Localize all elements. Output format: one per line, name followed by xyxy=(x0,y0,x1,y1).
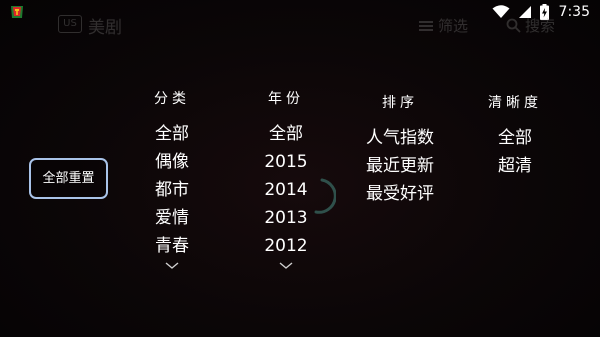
filter-button[interactable]: 筛选 xyxy=(418,15,468,36)
category-option[interactable]: 青春 xyxy=(127,232,217,260)
year-option[interactable]: 2015 xyxy=(241,148,331,176)
category-options: 全部 偶像 都市 爱情 青春 xyxy=(127,120,217,260)
resolution-column: 清晰度 全部 超清 xyxy=(470,92,560,180)
category-option[interactable]: 爱情 xyxy=(127,204,217,232)
search-icon xyxy=(506,18,521,33)
sort-heading: 排序 xyxy=(382,95,418,111)
background-header: US 美剧 筛选 搜索 xyxy=(0,12,600,42)
filter-icon xyxy=(419,20,433,31)
search-button[interactable]: 搜索 xyxy=(506,15,555,36)
chevron-down-icon[interactable] xyxy=(165,262,179,269)
resolution-option[interactable]: 超清 xyxy=(470,152,560,180)
filter-label: 筛选 xyxy=(438,17,469,35)
resolution-heading: 清晰度 xyxy=(488,95,542,111)
sort-options: 人气指数 最近更新 最受好评 xyxy=(355,124,445,208)
year-option[interactable]: 全部 xyxy=(241,120,331,148)
category-option[interactable]: 全部 xyxy=(127,120,217,148)
page-title: 美剧 xyxy=(88,18,122,38)
search-label: 搜索 xyxy=(525,17,556,35)
category-heading: 分类 xyxy=(154,91,190,107)
sort-column: 排序 人气指数 最近更新 最受好评 xyxy=(355,92,445,208)
category-option[interactable]: 都市 xyxy=(127,176,217,204)
loading-spinner-icon xyxy=(314,178,336,214)
year-option[interactable]: 2012 xyxy=(241,232,331,260)
resolution-options: 全部 超清 xyxy=(470,124,560,180)
category-column: 分类 全部 偶像 都市 爱情 青春 xyxy=(127,88,217,269)
sort-option[interactable]: 最受好评 xyxy=(355,180,445,208)
category-option[interactable]: 偶像 xyxy=(127,148,217,176)
reset-all-button[interactable]: 全部重置 xyxy=(29,158,108,199)
sort-option[interactable]: 人气指数 xyxy=(355,124,445,152)
chevron-down-icon[interactable] xyxy=(279,262,293,269)
sort-option[interactable]: 最近更新 xyxy=(355,152,445,180)
year-heading: 年份 xyxy=(268,91,304,107)
app-logo: US xyxy=(58,15,82,33)
resolution-option[interactable]: 全部 xyxy=(470,124,560,152)
